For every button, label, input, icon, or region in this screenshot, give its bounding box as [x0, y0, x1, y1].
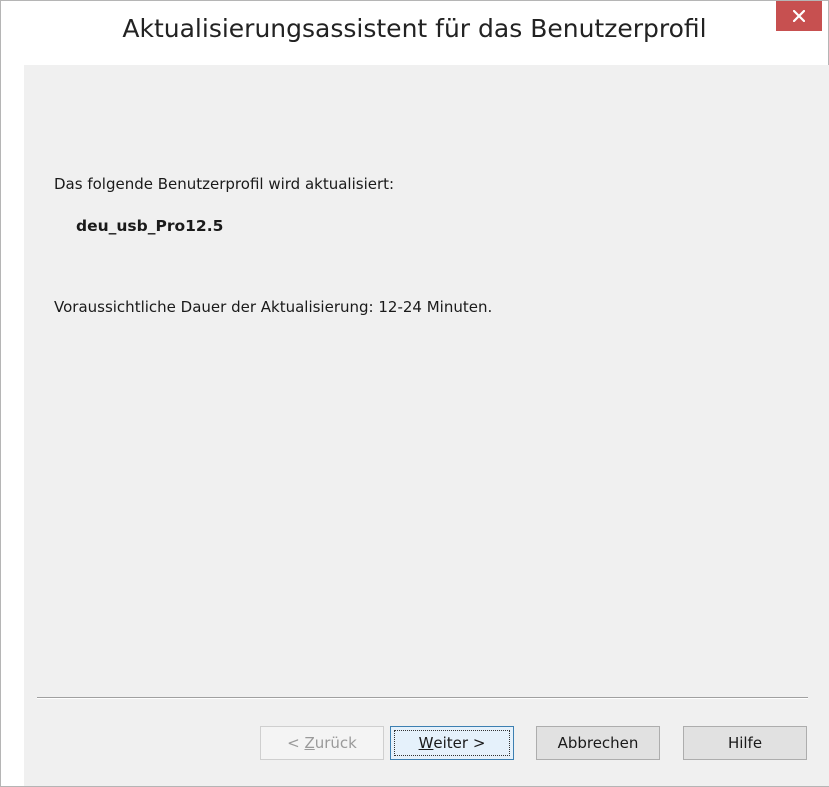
profile-name: deu_usb_Pro12.5 — [76, 217, 224, 235]
back-button-accelerator: Z — [304, 734, 315, 752]
cancel-button[interactable]: Abbrechen — [536, 726, 660, 760]
back-button[interactable]: < Zurück — [260, 726, 384, 760]
separator-line — [37, 697, 808, 699]
back-button-label: urück — [314, 734, 357, 752]
close-button[interactable] — [776, 1, 822, 31]
help-button[interactable]: Hilfe — [683, 726, 807, 760]
title-bar[interactable]: Aktualisierungsassistent für das Benutze… — [1, 1, 828, 65]
wizard-window: Aktualisierungsassistent für das Benutze… — [0, 0, 829, 787]
close-icon — [793, 10, 805, 22]
focus-rectangle — [394, 730, 510, 756]
back-button-prefix: < — [287, 734, 305, 752]
duration-text: Voraussichtliche Dauer der Aktualisierun… — [54, 298, 493, 316]
wizard-page: Das folgende Benutzerprofil wird aktuali… — [24, 65, 829, 786]
next-button[interactable]: Weiter > — [390, 726, 514, 760]
window-title: Aktualisierungsassistent für das Benutze… — [122, 14, 707, 43]
intro-text: Das folgende Benutzerprofil wird aktuali… — [54, 175, 395, 193]
